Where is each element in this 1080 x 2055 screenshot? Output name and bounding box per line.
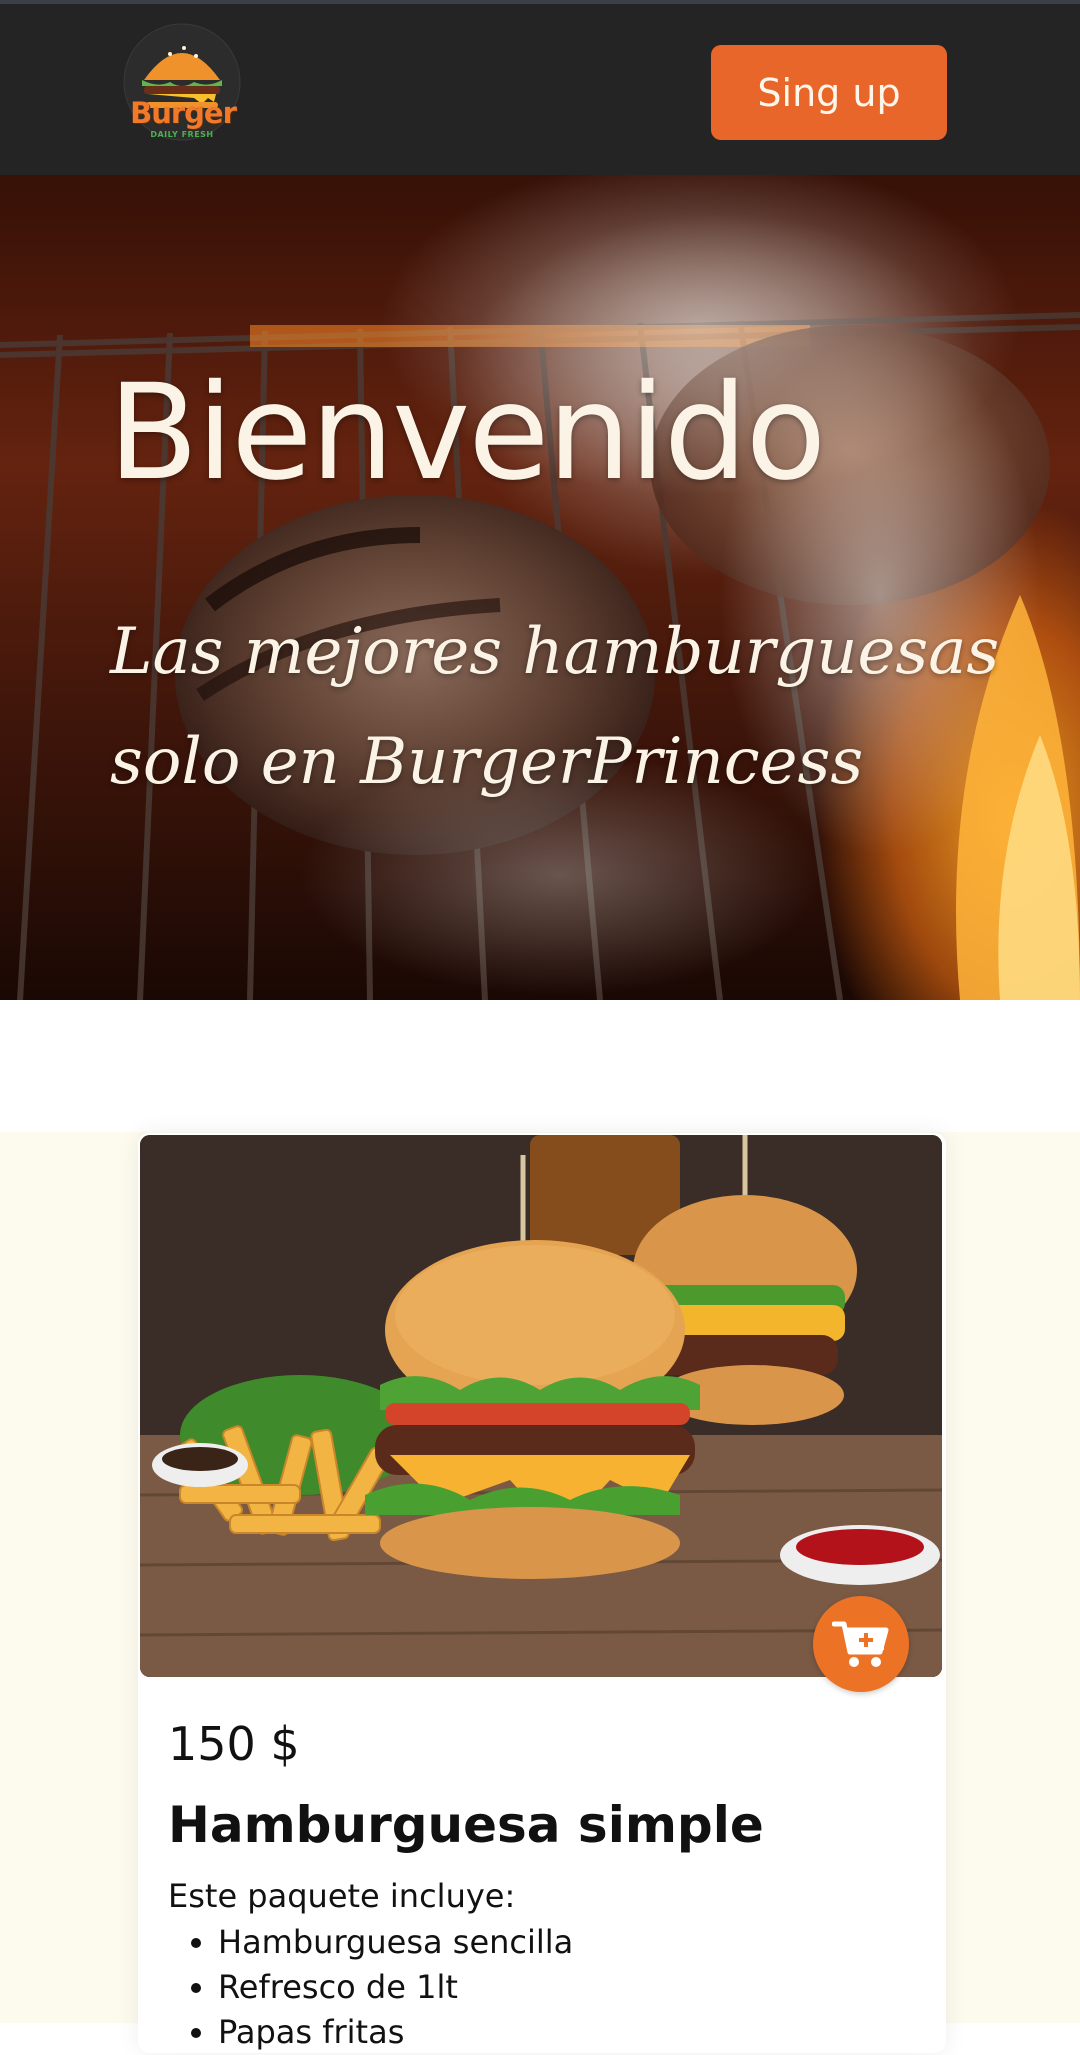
product-price: 150 $: [168, 1717, 300, 1771]
list-item: Papas fritas: [218, 2010, 573, 2055]
signup-button[interactable]: Sing up: [711, 45, 947, 140]
hero-title: Bienvenido: [108, 356, 826, 510]
list-item: Refresco de 1lt: [218, 1965, 573, 2010]
product-card: 150 $ Hamburguesa simple Este paquete in…: [138, 1133, 946, 2053]
add-to-cart-button[interactable]: [813, 1596, 909, 1692]
logo-text: Burger: [130, 96, 237, 130]
grill-background-image: [0, 175, 1080, 1000]
product-name: Hamburguesa simple: [168, 1796, 764, 1854]
includes-label: Este paquete incluye:: [168, 1877, 516, 1915]
product-image: [140, 1135, 942, 1677]
includes-list: Hamburguesa sencilla Refresco de 1lt Pap…: [168, 1920, 573, 2055]
list-item: Hamburguesa sencilla: [218, 1920, 573, 1965]
hero-banner: Bienvenido Las mejores hamburguesas solo…: [0, 175, 1080, 1000]
burger-logo[interactable]: Burger DAILY FRESH: [118, 22, 256, 154]
hero-subtitle: Las mejores hamburguesas solo en BurgerP…: [110, 615, 1000, 799]
logo-subtext: DAILY FRESH: [150, 130, 214, 139]
cart-plus-icon: [832, 1621, 889, 1667]
top-navbar: Burger DAILY FRESH Sing up: [0, 0, 1080, 175]
